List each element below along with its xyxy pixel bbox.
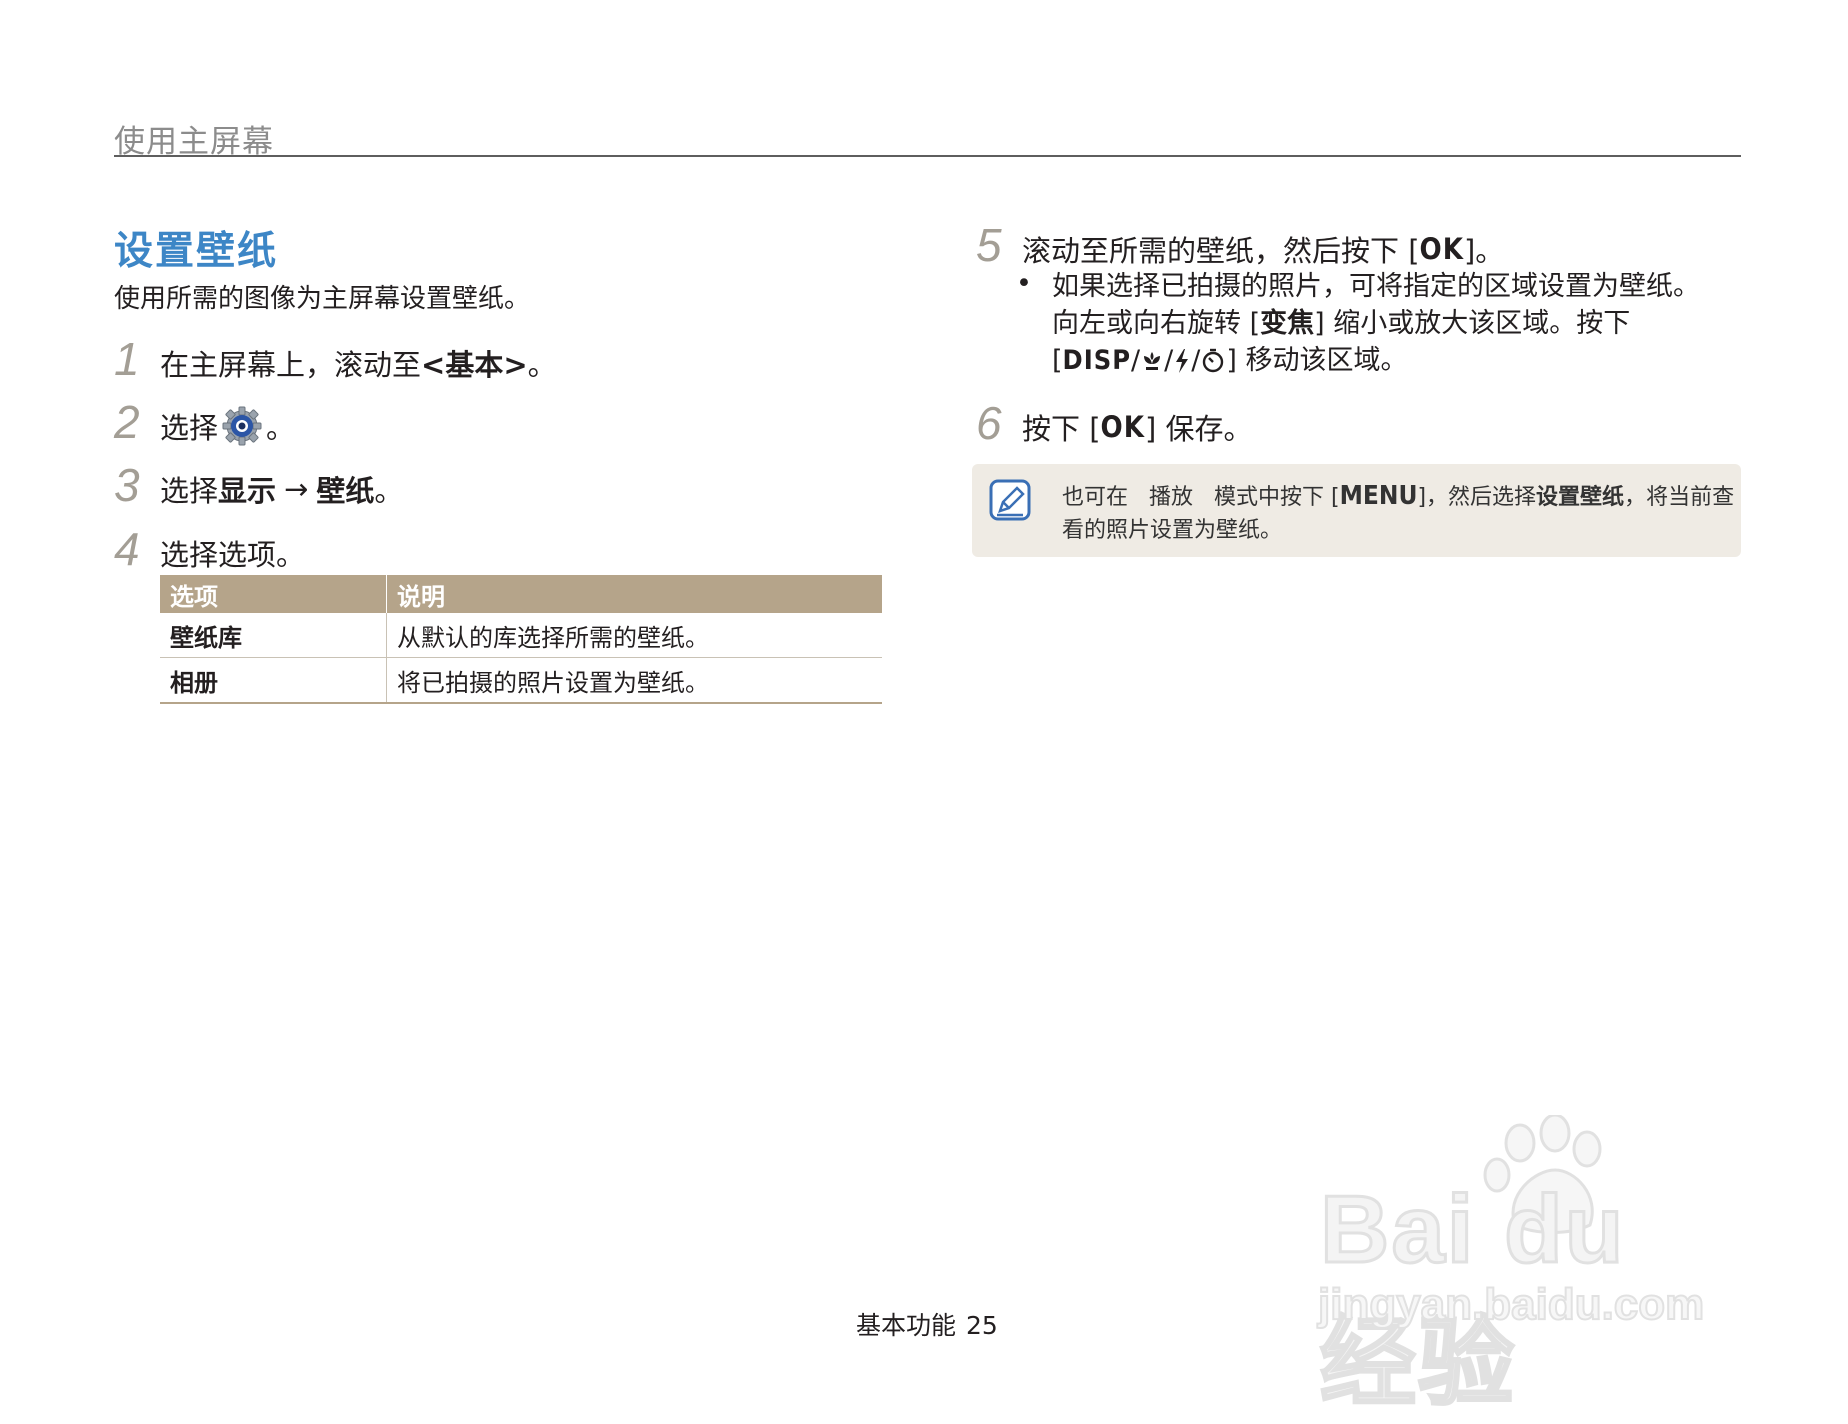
step-text: 按下 [: [1022, 412, 1101, 446]
note-line-2: 看的照片设置为壁纸。: [1062, 518, 1283, 543]
flash-icon: [1176, 349, 1189, 373]
disp-key-label: DISP: [1062, 345, 1132, 376]
bullet-text: [: [1052, 345, 1063, 376]
options-table: 选项 说明 壁纸库 从默认的库选择所需的壁纸。 相册 将已拍摄的照片设置为壁纸。: [160, 575, 882, 704]
step-text: ] 保存。: [1144, 412, 1253, 446]
step-5: 5 滚动至所需的壁纸，然后按下 [ OK ]。: [976, 218, 1504, 272]
ok-key-label: OK: [1419, 232, 1464, 266]
header-divider: [114, 155, 1741, 157]
step-6: 6 按下 [ OK ] 保存。: [976, 396, 1253, 450]
step-number: 1: [114, 333, 140, 385]
bullet-line-3: [DISP// /] 移动该区域。: [1052, 345, 1408, 376]
section-intro: 使用所需的图像为主屏幕设置壁纸。: [114, 284, 531, 314]
note-line-1: 也可在 播放 模式中按下 [MENU]，然后选择设置壁纸，将当前查: [1062, 480, 1734, 514]
note-text-part: 模式中按下 [: [1214, 485, 1340, 510]
note-set-wallpaper-label: 设置壁纸: [1536, 485, 1625, 510]
step-text: 选择: [160, 474, 219, 508]
note-text: 也可在 播放 模式中按下 [MENU]，然后选择设置壁纸，将当前查 看的照片设置…: [1062, 480, 1734, 547]
step-number: 4: [114, 523, 140, 575]
table-cell-option: 壁纸库: [160, 613, 387, 658]
step-text: 选择选项。: [160, 538, 306, 572]
section-title: 设置壁纸: [114, 229, 279, 274]
bullet-line-1: 如果选择已拍摄的照片，可将指定的区域设置为壁纸。: [1052, 271, 1700, 302]
note-text-part: 也可在: [1062, 485, 1129, 510]
note-pencil-icon: [989, 479, 1031, 521]
watermark-line-2: jingyan.baidu.com: [1317, 1279, 1705, 1330]
table-row: 壁纸库 从默认的库选择所需的壁纸。: [160, 613, 882, 658]
zoom-key-label: 变焦: [1260, 308, 1315, 339]
settings-gear-icon: [222, 406, 262, 446]
step-number: 5: [976, 219, 1002, 271]
note-text-part: ，将当前查: [1624, 485, 1735, 510]
step-punct: 。: [266, 411, 296, 445]
table-header-row: 选项 说明: [160, 575, 882, 613]
page-footer: 基本功能 25: [856, 1306, 998, 1342]
bullet-text: 向左或向右旋转 [: [1052, 308, 1261, 339]
bullet-line-2: 向左或向右旋转 [变焦] 缩小或放大该区域。按下: [1052, 305, 1700, 342]
step-number: 6: [976, 397, 1002, 449]
note-mode-label: 播放: [1149, 485, 1194, 510]
menu-path-display: 显示: [218, 474, 277, 508]
macro-icon: [1144, 352, 1161, 370]
bullet-text: ] 缩小或放大该区域。按下: [1314, 308, 1631, 339]
step-number: 3: [114, 459, 140, 511]
step5-bullet: 如果选择已拍摄的照片，可将指定的区域设置为壁纸。 向左或向右旋转 [变焦] 缩小…: [1052, 268, 1700, 379]
table-header-description: 说明: [386, 575, 882, 613]
table-header-option: 选项: [160, 575, 387, 613]
table-cell-description: 将已拍摄的照片设置为壁纸。: [386, 657, 882, 704]
bullet-text: ] 移动该区域。: [1226, 345, 1408, 376]
baidu-watermark: Bai du 经验 jingyan.baidu.com: [1300, 1115, 1750, 1419]
menu-key-label: MENU: [1339, 481, 1418, 511]
step-text: 选择: [160, 411, 219, 445]
table-row: 相册 将已拍摄的照片设置为壁纸。: [160, 657, 882, 704]
bullet-dot: •: [1016, 268, 1032, 299]
note-text-part: ]，然后选择: [1417, 485, 1537, 510]
step-punct: 。: [374, 474, 404, 508]
step-number: 2: [114, 396, 140, 448]
step-punct: ]。: [1463, 234, 1505, 268]
step-3: 3 选择 显示 → 壁纸 。: [114, 458, 403, 512]
menu-path-wallpaper: 壁纸: [316, 474, 375, 508]
step-1: 1 在主屏幕上，滚动至 <基本> 。: [114, 332, 557, 386]
step-2: 2 选择 。: [114, 395, 295, 449]
arrow-icon: →: [284, 472, 309, 506]
step-punct: 。: [527, 348, 557, 382]
page-number: 25: [966, 1311, 998, 1340]
step-keyword: <基本>: [421, 348, 528, 382]
step-text: 在主屏幕上，滚动至: [160, 348, 422, 382]
timer-icon: [1203, 348, 1224, 373]
ok-key-label: OK: [1100, 410, 1145, 444]
step-text: 滚动至所需的壁纸，然后按下 [: [1022, 234, 1420, 268]
table-cell-option: 相册: [160, 657, 387, 704]
step-4: 4 选择选项。: [114, 522, 305, 576]
footer-label: 基本功能: [856, 1311, 957, 1340]
table-cell-description: 从默认的库选择所需的壁纸。: [386, 613, 882, 658]
